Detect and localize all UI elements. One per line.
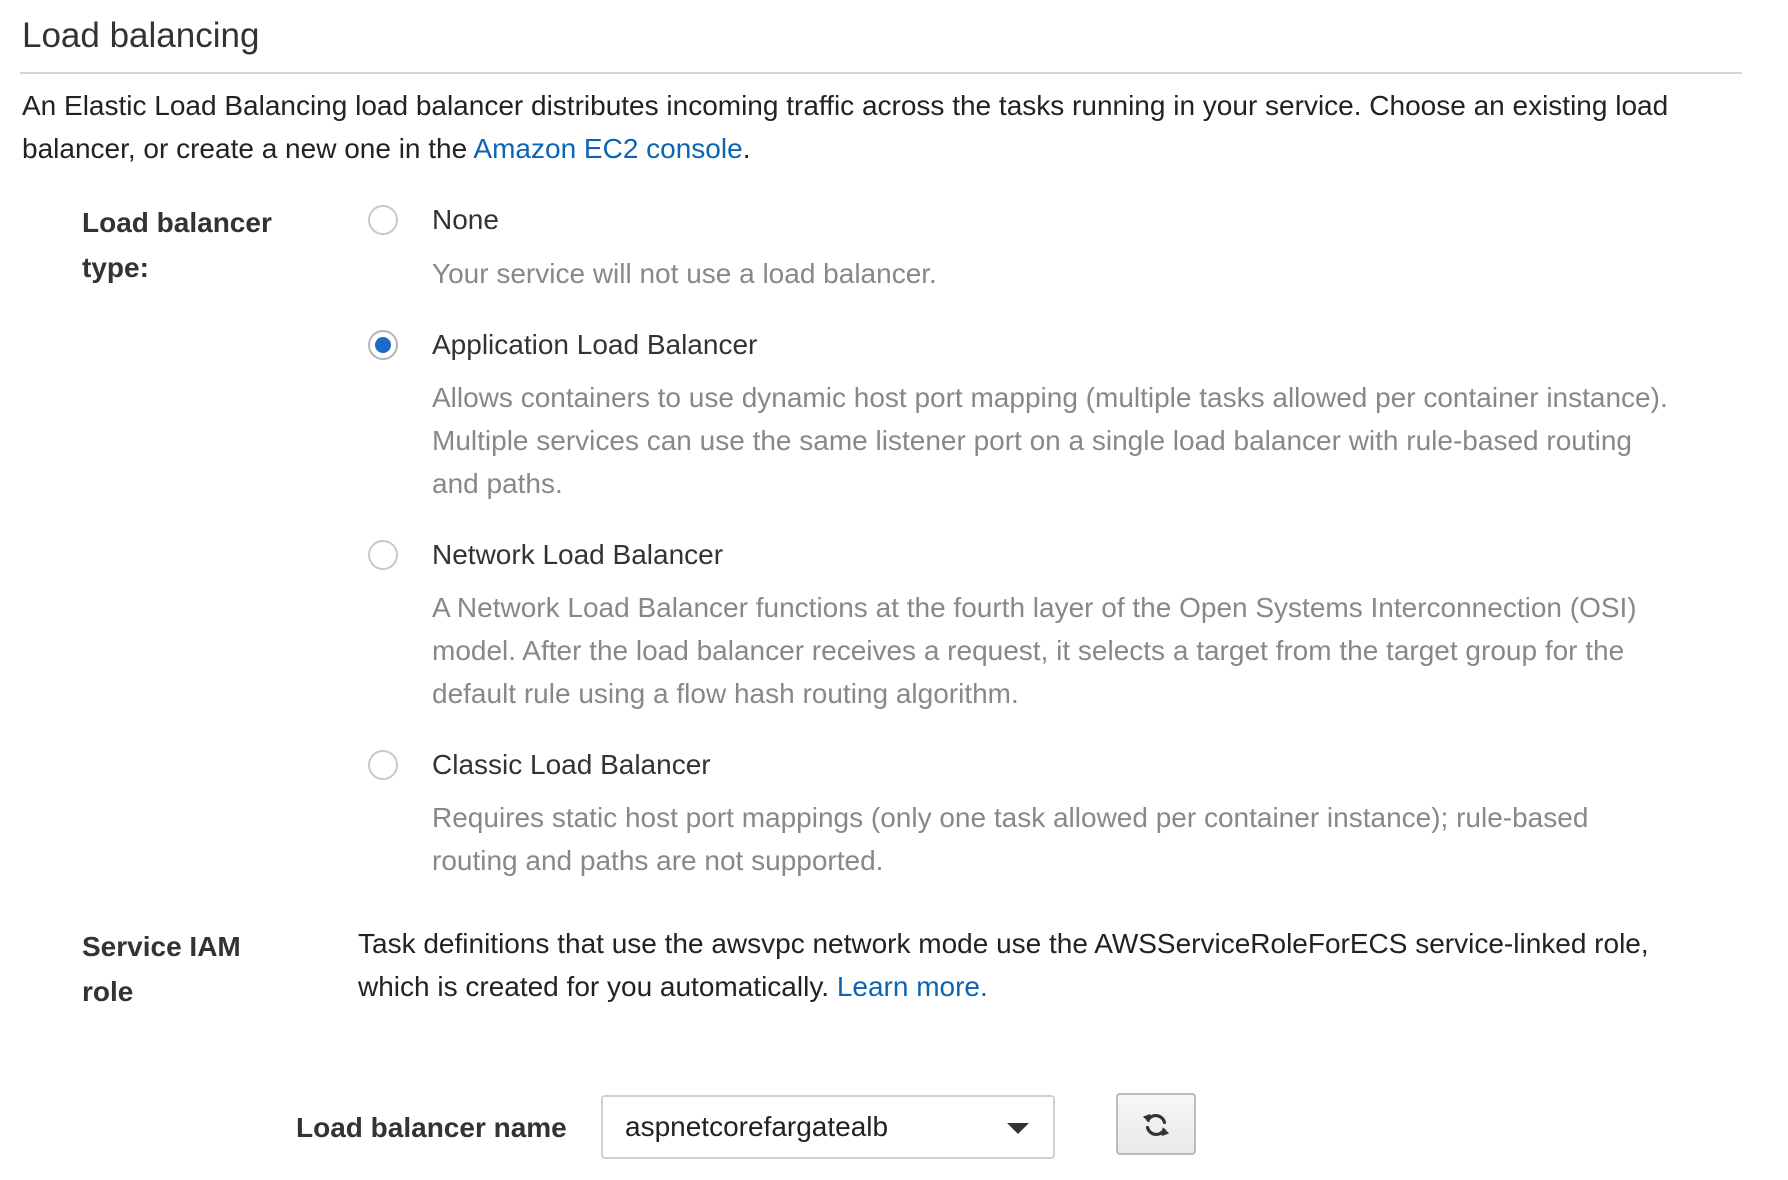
section-divider: [20, 72, 1742, 74]
service-iam-role-text: Task definitions that use the awsvpc net…: [358, 922, 1728, 1008]
learn-more-link[interactable]: Learn more.: [837, 971, 988, 1002]
refresh-icon: [1142, 1113, 1170, 1137]
option-title-application-load-balancer[interactable]: Application Load Balancer: [432, 327, 757, 363]
option-description-application-load-balancer: Allows containers to use dynamic host po…: [432, 382, 1668, 499]
option-description-network-load-balancer: A Network Load Balancer functions at the…: [432, 592, 1637, 709]
option-description-classic-load-balancer: Requires static host port mappings (only…: [432, 802, 1589, 876]
intro-text: An Elastic Load Balancing load balancer …: [22, 84, 1742, 170]
load-balancer-name-label: Load balancer name: [296, 1112, 567, 1143]
load-balancer-name-value: aspnetcorefargatealb: [625, 1111, 889, 1142]
section-title: Load balancing: [22, 16, 260, 55]
service-iam-role-label-line1: Service IAM: [82, 931, 241, 962]
option-title-network-load-balancer[interactable]: Network Load Balancer: [432, 537, 723, 573]
option-title-classic-load-balancer[interactable]: Classic Load Balancer: [432, 747, 711, 783]
refresh-button[interactable]: [1116, 1093, 1196, 1155]
service-iam-role-label: Service IAM role: [82, 924, 241, 1014]
load-balancer-type-label: Load balancer type:: [82, 200, 272, 290]
option-description-none: Your service will not use a load balance…: [432, 258, 937, 289]
radio-application-load-balancer[interactable]: [368, 330, 398, 360]
radio-none[interactable]: [368, 205, 398, 235]
chevron-down-icon: [1007, 1123, 1029, 1134]
load-balancer-type-label-line2: type:: [82, 252, 149, 283]
radio-network-load-balancer[interactable]: [368, 540, 398, 570]
load-balancer-type-label-line1: Load balancer: [82, 207, 272, 238]
service-iam-role-body: Task definitions that use the awsvpc net…: [358, 928, 1649, 1002]
option-title-none[interactable]: None: [432, 202, 499, 238]
intro-suffix: .: [742, 133, 751, 164]
radio-classic-load-balancer[interactable]: [368, 750, 398, 780]
intro-body: An Elastic Load Balancing load balancer …: [22, 90, 1669, 164]
service-iam-role-label-line2: role: [82, 976, 134, 1007]
load-balancer-name-select[interactable]: aspnetcorefargatealb: [601, 1095, 1055, 1159]
ec2-console-link[interactable]: Amazon EC2 console: [473, 133, 742, 164]
